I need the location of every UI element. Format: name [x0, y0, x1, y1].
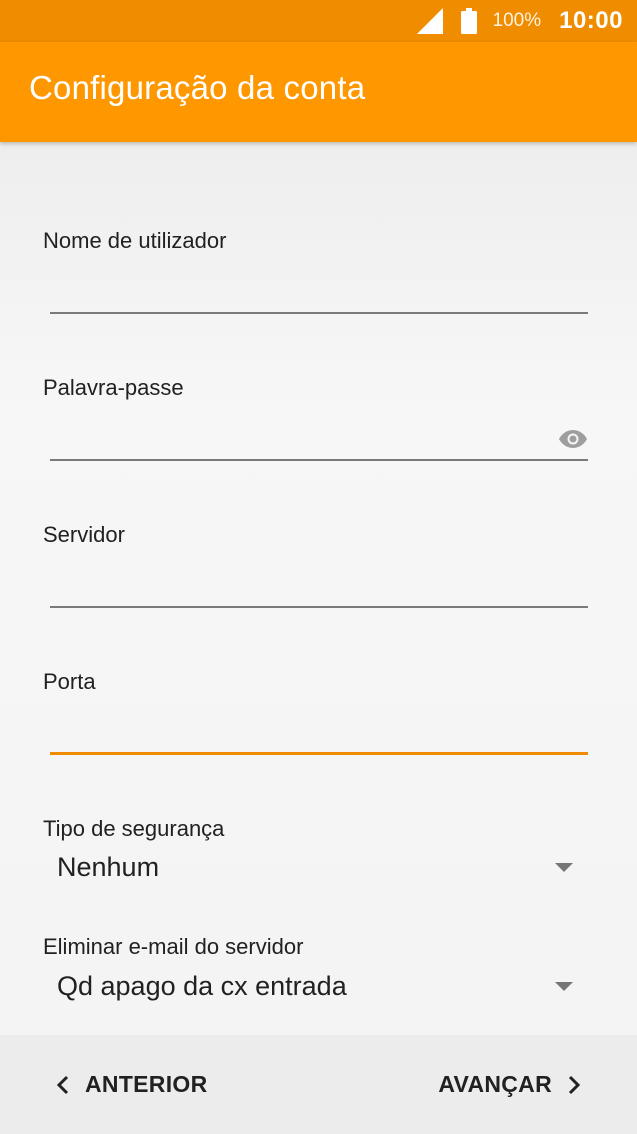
signal-icon	[416, 8, 443, 34]
delete-email-label: Eliminar e-mail do servidor	[43, 934, 304, 959]
username-field[interactable]: Nome de utilizador	[43, 228, 588, 314]
account-settings-form: Nome de utilizador Palavra-passe Servido…	[0, 142, 637, 1035]
status-bar: 100% 10:00	[0, 0, 637, 42]
server-field[interactable]: Servidor	[43, 522, 588, 608]
battery-percentage: 100%	[492, 10, 542, 31]
next-button[interactable]: AVANÇAR	[438, 1071, 582, 1098]
server-input-underline[interactable]	[50, 606, 588, 608]
password-field[interactable]: Palavra-passe	[43, 375, 588, 461]
delete-email-value[interactable]: Qd apago da cx entrada	[57, 971, 347, 1002]
port-field[interactable]: Porta	[43, 669, 588, 755]
security-type-value[interactable]: Nenhum	[57, 852, 159, 883]
clock: 10:00	[559, 7, 623, 34]
previous-button-label: ANTERIOR	[85, 1071, 208, 1097]
dropdown-arrow-icon[interactable]	[555, 982, 573, 991]
previous-button[interactable]: ANTERIOR	[55, 1071, 208, 1098]
next-button-label: AVANÇAR	[438, 1071, 552, 1097]
delete-email-select[interactable]: Eliminar e-mail do servidor Qd apago da …	[43, 934, 573, 1014]
server-label: Servidor	[43, 522, 125, 547]
security-type-label: Tipo de segurança	[43, 816, 225, 841]
app-bar: Configuração da conta	[0, 42, 637, 142]
eye-icon[interactable]	[558, 429, 588, 449]
dropdown-arrow-icon[interactable]	[555, 863, 573, 872]
password-label: Palavra-passe	[43, 375, 184, 400]
port-label: Porta	[43, 669, 96, 694]
port-input-underline[interactable]	[50, 752, 588, 755]
security-type-select[interactable]: Tipo de segurança Nenhum	[43, 816, 573, 896]
username-label: Nome de utilizador	[43, 228, 227, 253]
username-input-underline[interactable]	[50, 312, 588, 314]
password-input-underline[interactable]	[50, 459, 588, 461]
bottom-navigation: ANTERIOR AVANÇAR	[0, 1035, 637, 1134]
chevron-left-icon	[56, 1075, 69, 1094]
battery-icon	[460, 8, 477, 34]
chevron-right-icon	[568, 1075, 581, 1094]
page-title: Configuração da conta	[29, 69, 366, 106]
